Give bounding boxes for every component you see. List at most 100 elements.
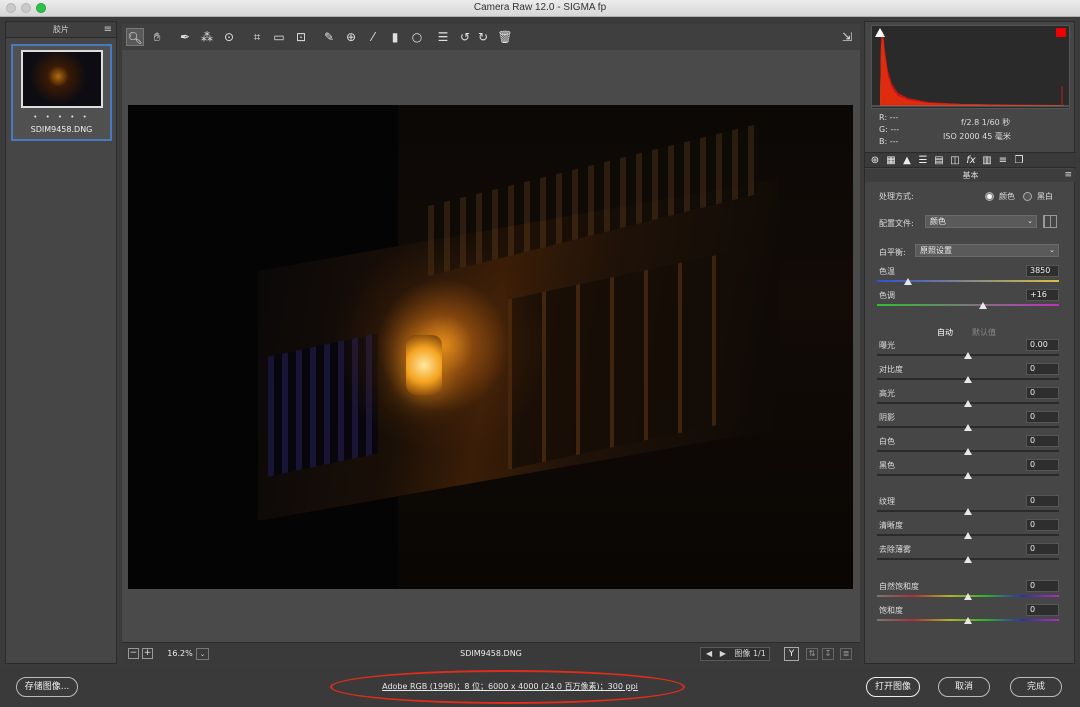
treatment-label: 处理方式: bbox=[879, 192, 914, 201]
basic-section-header: 基本 ≡ bbox=[865, 169, 1076, 182]
rotate-cw-icon[interactable]: ↻ bbox=[474, 28, 492, 46]
slider-thumb[interactable] bbox=[964, 508, 972, 515]
slider-value-field[interactable]: 3850 bbox=[1026, 265, 1059, 277]
panel-tabs: ⊛ ▦ ▲ ☰ ▤ ◫ fx ▥ ≡ ❐ bbox=[865, 152, 1076, 168]
done-button[interactable]: 完成 bbox=[1010, 677, 1062, 697]
slider-label: 去除薄雾 bbox=[879, 545, 911, 554]
slider-thumb[interactable] bbox=[964, 532, 972, 539]
slider-label: 白色 bbox=[879, 437, 895, 446]
crop-tool-icon[interactable]: ⌗ bbox=[248, 28, 266, 46]
tab-hsl-icon[interactable]: ☰ bbox=[917, 155, 929, 167]
adjustment-panel: R: --- G: --- B: --- f/2.8 1/60 秒 ISO 20… bbox=[864, 21, 1076, 664]
slider-thumb[interactable] bbox=[964, 448, 972, 455]
slider-label: 曝光 bbox=[879, 341, 895, 350]
tab-split-toning-icon[interactable]: ▤ bbox=[933, 155, 945, 167]
bottom-bar: 存储图像... Adobe RGB (1998)；8 位；6000 x 4000… bbox=[0, 667, 1080, 707]
slider-value-field[interactable]: 0 bbox=[1026, 411, 1059, 423]
default-button[interactable]: 默认值 bbox=[972, 327, 996, 338]
slider-value-field[interactable]: 0 bbox=[1026, 363, 1059, 375]
treatment-color-label[interactable]: 颜色 bbox=[999, 191, 1015, 202]
slider-thumb[interactable] bbox=[964, 593, 972, 600]
slider-thumb[interactable] bbox=[964, 617, 972, 624]
slider-track[interactable] bbox=[877, 304, 1059, 306]
treatment-bw-label[interactable]: 黑白 bbox=[1037, 191, 1053, 202]
slider-value-field[interactable]: +16 bbox=[1026, 289, 1059, 301]
tab-detail-icon[interactable]: ▲ bbox=[901, 155, 913, 167]
histogram-graph bbox=[872, 30, 1069, 107]
tab-lens-icon[interactable]: ◫ bbox=[949, 155, 961, 167]
slider-thumb[interactable] bbox=[978, 302, 987, 309]
graduated-filter-tool-icon[interactable]: ▮ bbox=[386, 28, 404, 46]
slider-label: 黑色 bbox=[879, 461, 895, 470]
color-sampler-tool-icon[interactable]: ⁂ bbox=[198, 28, 216, 46]
transform-tool-icon[interactable]: ⊡ bbox=[292, 28, 310, 46]
slider-value-field[interactable]: 0 bbox=[1026, 519, 1059, 531]
auto-button[interactable]: 自动 bbox=[937, 327, 953, 338]
exif-aperture-shutter: f/2.8 1/60 秒 bbox=[961, 118, 1011, 127]
save-image-button[interactable]: 存储图像... bbox=[16, 677, 78, 697]
slider-thumb[interactable] bbox=[964, 400, 972, 407]
hand-tool-icon[interactable]: ✋︎ bbox=[148, 28, 166, 46]
slider-value-field[interactable]: 0 bbox=[1026, 580, 1059, 592]
prev-image-icon[interactable]: ◀ bbox=[706, 648, 712, 660]
tab-effects-icon[interactable]: fx bbox=[965, 155, 977, 167]
filmstrip-header: 胶片 ≡ bbox=[6, 22, 116, 38]
lantern bbox=[406, 335, 442, 395]
spot-removal-tool-icon[interactable]: ✎ bbox=[320, 28, 338, 46]
red-eye-tool-icon[interactable]: ⊕ bbox=[342, 28, 360, 46]
adjustment-brush-tool-icon[interactable]: ⁄ bbox=[364, 28, 382, 46]
treatment-color-radio[interactable] bbox=[985, 192, 994, 201]
preferences-tool-icon[interactable]: ☰ bbox=[434, 28, 452, 46]
filmstrip-thumbnail[interactable]: • • • • • SDIM9458.DNG bbox=[11, 44, 112, 141]
tab-basic-icon[interactable]: ⊛ bbox=[869, 155, 881, 167]
before-after-toggle[interactable]: Y bbox=[784, 647, 799, 661]
tab-presets-icon[interactable]: ≡ bbox=[997, 155, 1009, 167]
slider-thumb[interactable] bbox=[964, 424, 972, 431]
slider-thumb[interactable] bbox=[964, 352, 972, 359]
histogram bbox=[871, 25, 1070, 109]
radial-filter-tool-icon[interactable]: ○ bbox=[408, 28, 426, 46]
slider-value-field[interactable]: 0.00 bbox=[1026, 339, 1059, 351]
treatment-bw-radio[interactable] bbox=[1023, 192, 1032, 201]
zoom-tool-icon[interactable]: 🔍︎ bbox=[126, 28, 144, 46]
slider-label: 色温 bbox=[879, 267, 895, 276]
slider-label: 清晰度 bbox=[879, 521, 903, 530]
highlight-clipping-icon[interactable] bbox=[1056, 28, 1066, 37]
slider-thumb[interactable] bbox=[964, 556, 972, 563]
rotate-ccw-icon[interactable]: ↺ bbox=[456, 28, 474, 46]
open-image-button[interactable]: 打开图像 bbox=[866, 677, 920, 697]
white-balance-tool-icon[interactable]: ✒ bbox=[176, 28, 194, 46]
workflow-options-link[interactable]: Adobe RGB (1998)；8 位；6000 x 4000 (24.0 百… bbox=[340, 681, 680, 692]
rating-dots[interactable]: • • • • • bbox=[13, 113, 110, 121]
slider-thumb[interactable] bbox=[964, 376, 972, 383]
copy-settings-icon[interactable]: ↧ bbox=[822, 648, 834, 660]
slider-value-field[interactable]: 0 bbox=[1026, 459, 1059, 471]
profile-browser-icon[interactable] bbox=[1043, 215, 1057, 228]
slider-value-field[interactable]: 0 bbox=[1026, 387, 1059, 399]
window-title: Camera Raw 12.0 - SIGMA fp bbox=[473, 2, 607, 13]
swap-before-after-icon[interactable]: ⇅ bbox=[806, 648, 818, 660]
next-image-icon[interactable]: ▶ bbox=[720, 648, 726, 660]
slider-thumb[interactable] bbox=[903, 278, 912, 285]
toggle-settings-icon[interactable]: ≣ bbox=[840, 648, 852, 660]
slider-value-field[interactable]: 0 bbox=[1026, 604, 1059, 616]
fullscreen-icon[interactable]: ⇲ bbox=[838, 28, 856, 46]
menu-icon[interactable]: ≡ bbox=[104, 22, 112, 38]
panel-menu-icon[interactable]: ≡ bbox=[1064, 169, 1072, 182]
cancel-button[interactable]: 取消 bbox=[938, 677, 990, 697]
tab-snapshots-icon[interactable]: ❐ bbox=[1013, 155, 1025, 167]
profile-dropdown[interactable]: 颜色 ⌄ bbox=[925, 215, 1037, 228]
white-balance-dropdown[interactable]: 原照设置 ⌄ bbox=[915, 244, 1059, 257]
image-preview-area[interactable] bbox=[122, 50, 860, 642]
slider-value-field[interactable]: 0 bbox=[1026, 435, 1059, 447]
tab-tone-curve-icon[interactable]: ▦ bbox=[885, 155, 897, 167]
tab-calibration-icon[interactable]: ▥ bbox=[981, 155, 993, 167]
slider-value-field[interactable]: 0 bbox=[1026, 495, 1059, 507]
trash-icon[interactable]: 🗑︎ bbox=[496, 28, 514, 46]
thumbnail-image bbox=[21, 50, 103, 108]
straighten-tool-icon[interactable]: ▭ bbox=[270, 28, 288, 46]
targeted-adjustment-tool-icon[interactable]: ⊙ bbox=[220, 28, 238, 46]
slider-thumb[interactable] bbox=[964, 472, 972, 479]
thumbnail-filename: SDIM9458.DNG bbox=[30, 125, 93, 134]
slider-value-field[interactable]: 0 bbox=[1026, 543, 1059, 555]
